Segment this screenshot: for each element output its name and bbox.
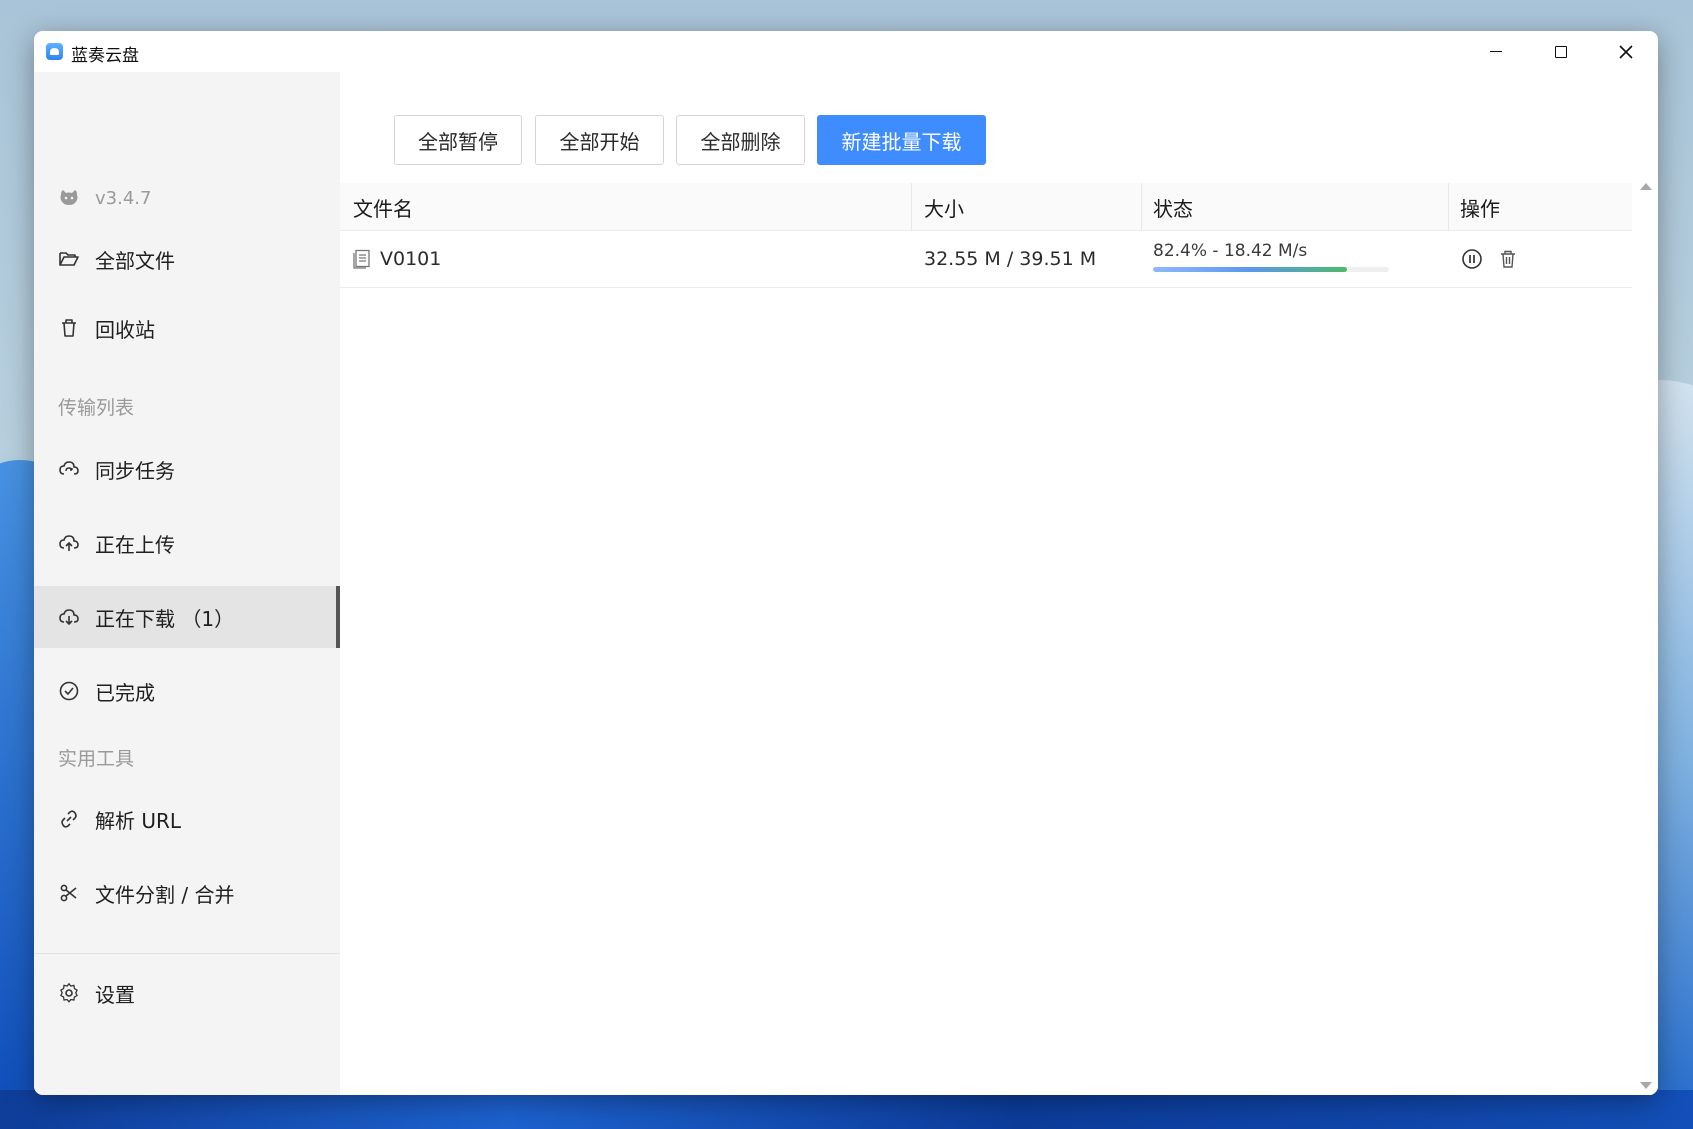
maximize-icon [1555,45,1567,58]
close-icon [1619,44,1633,59]
window-title: 蓝奏云盘 [71,46,139,66]
sidebar-item-uploading[interactable]: 正在上传 [34,512,340,574]
section-transfer-title: 传输列表 [58,397,135,419]
table-row[interactable]: V0101 32.55 M / 39.51 M 82.4% - 18.42 M/… [340,231,1632,288]
column-header-size[interactable]: 大小 [924,183,964,231]
sidebar-item-downloading[interactable]: 正在下载 （1） [34,586,340,648]
minimize-icon [1490,50,1502,53]
title-bar[interactable]: 蓝奏云盘 [34,31,1658,72]
check-circle-icon [58,680,80,702]
download-progress-fill [1153,267,1348,272]
column-header-actions: 操作 [1460,196,1500,221]
file-icon [353,249,371,269]
sidebar-item-label: 全部文件 [95,248,175,273]
sidebar-item-label: 解析 URL [95,808,182,833]
version-label: v3.4.7 [95,187,152,209]
sidebar: v3.4.7 全部文件 回收站 传输列表 同步任务 正在上传 正在下载 （1） … [34,72,340,1095]
column-divider [1448,183,1449,231]
close-button[interactable] [1594,31,1658,72]
scroll-up-icon[interactable] [1640,183,1652,190]
scroll-down-icon[interactable] [1640,1082,1652,1089]
delete-icon [1501,250,1515,268]
maximize-button[interactable] [1529,31,1593,72]
column-header-filename[interactable]: 文件名 [353,183,413,231]
app-logo-icon [46,43,63,60]
delete-all-button[interactable]: 全部删除 [676,115,805,165]
pause-button[interactable] [1460,247,1484,271]
toolbar: 全部暂停 全部开始 全部删除 新建批量下载 [340,72,1658,177]
sidebar-item-label: 设置 [95,982,135,1007]
file-name: V0101 [380,248,442,270]
sidebar-divider [34,953,340,954]
app-window: 蓝奏云盘 v3.4.7 全部文件 回收站 传输列表 同步任务 正在上传 正在下载… [34,31,1658,1095]
size-cell: 32.55 M / 39.51 M [924,248,1097,270]
pause-icon [1462,249,1482,269]
section-tools-title: 实用工具 [58,748,135,770]
sidebar-item-parse-url[interactable]: 解析 URL [34,788,340,850]
sidebar-item-settings[interactable]: 设置 [34,962,340,1024]
download-progress-bar [1153,267,1389,272]
sidebar-item-label: 回收站 [95,317,155,342]
desktop-swirl [0,1090,1693,1129]
cloud-upload-icon [58,532,80,554]
column-divider [1141,183,1142,231]
sidebar-item-label: 文件分割 / 合并 [95,882,235,907]
sidebar-item-completed[interactable]: 已完成 [34,660,340,722]
pause-all-button[interactable]: 全部暂停 [394,115,522,165]
sidebar-item-label: 正在上传 [95,532,175,557]
link-icon [58,808,80,830]
sidebar-item-label: 正在下载 （1） [95,606,235,631]
start-all-button[interactable]: 全部开始 [535,115,664,165]
column-divider [911,183,912,231]
minimize-button[interactable] [1464,31,1528,72]
table-header: 文件名 大小 状态 操作 [340,183,1632,231]
download-status: 82.4% - 18.42 M/s [1153,241,1308,261]
vertical-scrollbar[interactable] [1632,177,1658,1095]
trash-icon [58,317,80,339]
version-item[interactable]: v3.4.7 [34,167,340,229]
filename-cell: V0101 [353,231,441,287]
gear-icon [58,982,80,1004]
cloud-sync-icon [58,458,80,480]
sidebar-item-sync[interactable]: 同步任务 [34,438,340,500]
scissors-icon [58,882,80,904]
sidebar-item-all-files[interactable]: 全部文件 [34,228,340,290]
sidebar-item-split-merge[interactable]: 文件分割 / 合并 [34,862,340,924]
sidebar-item-label: 同步任务 [95,458,175,483]
delete-button[interactable] [1496,247,1520,271]
new-batch-download-button[interactable]: 新建批量下载 [817,115,986,165]
sidebar-item-recycle[interactable]: 回收站 [34,297,340,359]
main-panel: 全部暂停 全部开始 全部删除 新建批量下载 文件名 大小 状态 操作 V0101… [340,72,1658,1095]
cloud-download-icon [58,606,80,628]
folder-open-icon [58,248,80,270]
github-icon [58,187,80,209]
column-header-status[interactable]: 状态 [1153,183,1193,231]
sidebar-item-label: 已完成 [95,680,155,705]
